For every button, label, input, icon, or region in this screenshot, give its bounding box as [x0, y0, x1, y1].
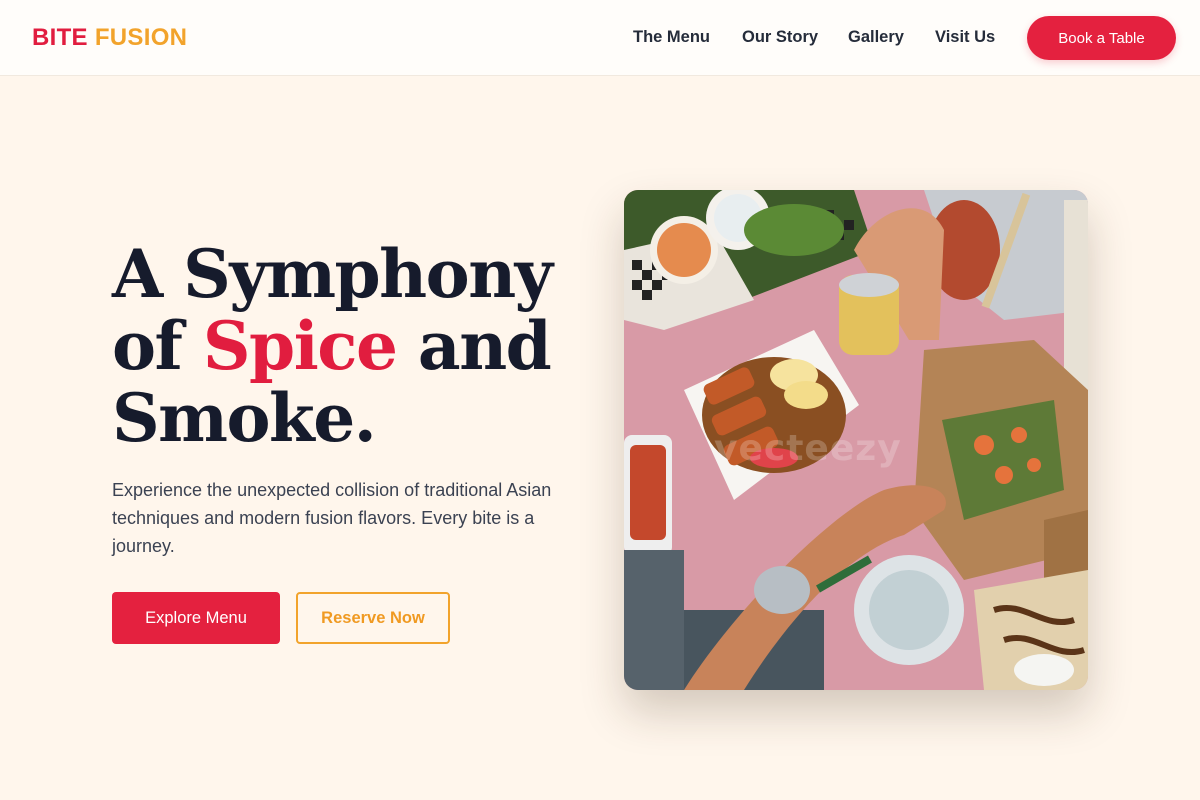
hero-food-image: vecteezy [624, 190, 1088, 690]
nav-link-menu[interactable]: The Menu [633, 26, 710, 48]
nav-link-visit-us[interactable]: Visit Us [935, 26, 995, 48]
main-nav: The Menu Our Story Gallery Visit Us [0, 26, 1200, 50]
hero-title-accent: Spice [202, 307, 398, 385]
hero-subtitle: Experience the unexpected collision of t… [112, 480, 552, 556]
nav-link-gallery[interactable]: Gallery [848, 26, 904, 48]
site-header: BITE FUSION The Menu Our Story Gallery V… [0, 0, 1200, 76]
explore-menu-button[interactable]: Explore Menu [112, 592, 280, 644]
book-table-button[interactable]: Book a Table [1027, 16, 1176, 60]
hero-title: A Symphony of Spice and Smoke. [112, 238, 582, 454]
nav-link-our-story[interactable]: Our Story [742, 26, 818, 48]
food-illustration [624, 190, 1088, 690]
reserve-now-button[interactable]: Reserve Now [296, 592, 450, 644]
